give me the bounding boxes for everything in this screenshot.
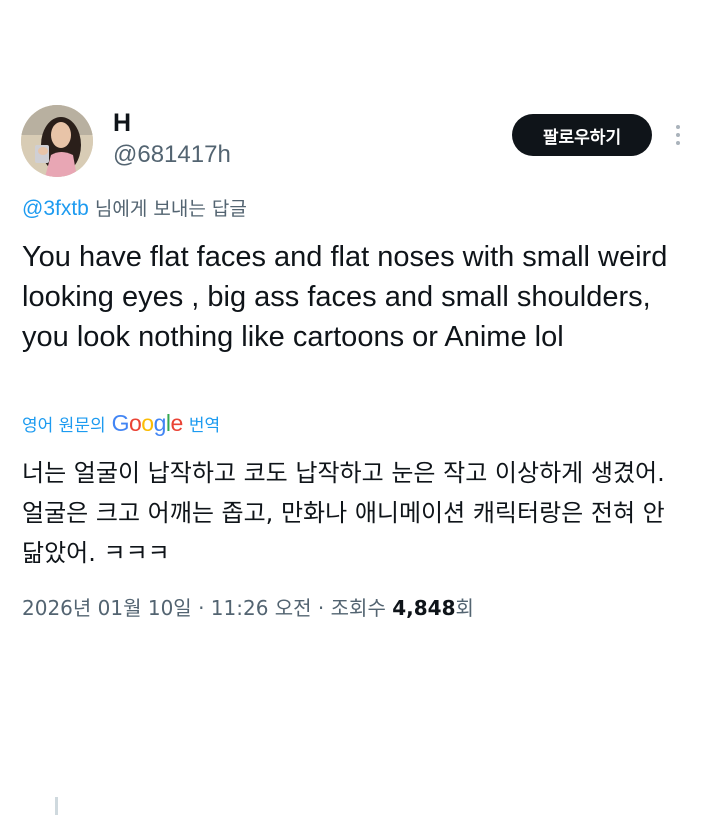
reply-mention-link[interactable]: @3fxtb [22,197,89,220]
tweet-text: You have flat faces and flat noses with … [22,241,668,353]
tweet-meta: 2026년 01월 10일 · 11:26 오전 · 조회수 4,848회 [22,592,474,624]
google-letter: G [111,409,130,436]
google-letter: o [141,409,154,436]
tweet-timestamp[interactable]: 2026년 01월 10일 · 11:26 오전 · 조회수 [22,596,392,620]
translation-suffix: 번역 [188,415,221,436]
thread-divider [55,797,58,815]
google-logo: Google [111,409,184,437]
view-count: 4,848 [392,596,456,620]
reply-context-label: 님에게 보내는 답글 [88,198,247,220]
reply-context: @3fxtb 님에게 보내는 답글 [22,195,247,223]
google-letter: g [153,409,167,436]
translation-attribution[interactable]: 영어 원문의 Google 번역 [22,406,220,440]
more-vertical-icon[interactable] [670,120,686,150]
google-letter: o [129,409,142,436]
author-handle[interactable]: @681417h [113,140,231,170]
follow-button[interactable]: 팔로우하기 [512,114,652,156]
author-name[interactable]: H [113,108,131,138]
google-letter: e [170,409,184,436]
view-count-suffix: 회 [455,596,474,620]
avatar[interactable] [21,105,93,177]
translation-prefix: 영어 원문의 [22,415,106,436]
profile-photo [21,105,93,177]
translated-text: 너는 얼굴이 납작하고 코도 납작하고 눈은 작고 이상하게 생겼어. 얼굴은 … [22,459,665,567]
